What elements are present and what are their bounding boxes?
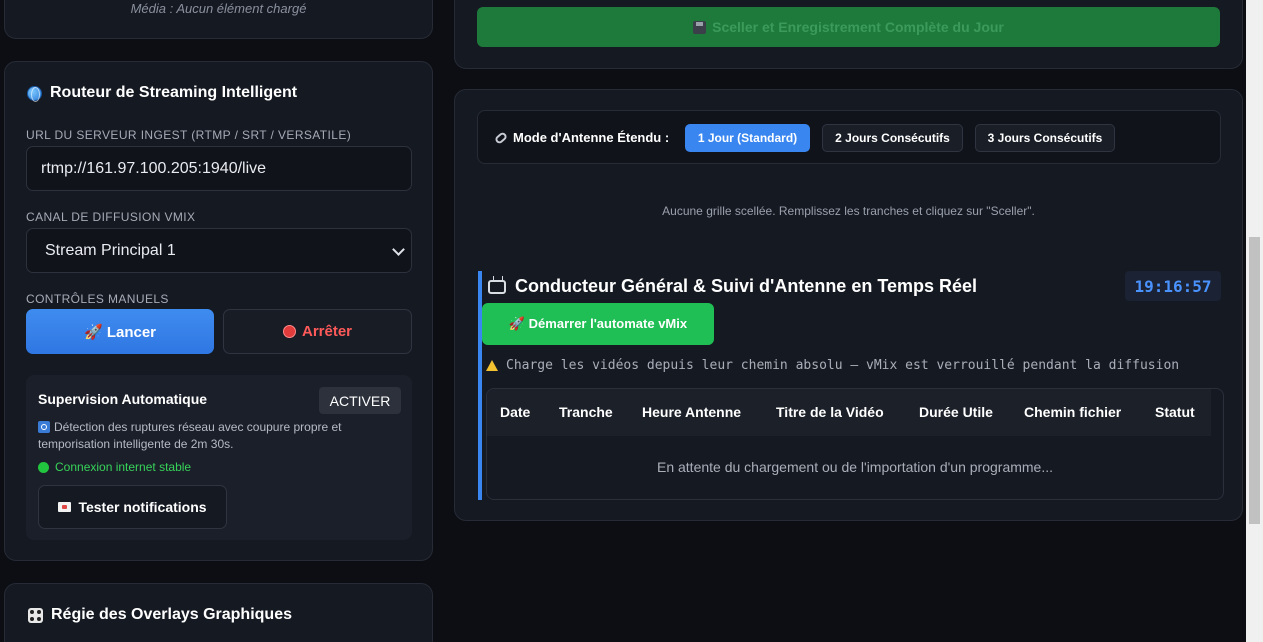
column-header-date[interactable]: Date [500, 404, 530, 420]
start-vmix-label: 🚀 Démarrer l'automate vMix [508, 316, 688, 331]
launch-button[interactable]: 🚀 Lancer [26, 309, 214, 354]
router-title: Routeur de Streaming Intelligent [27, 84, 297, 102]
table-header: Date Tranche Heure Antenne Titre de la V… [487, 389, 1211, 436]
conductor-panel: Mode d'Antenne Étendu : 1 Jour (Standard… [454, 89, 1243, 521]
streaming-router-panel: Routeur de Streaming Intelligent URL DU … [4, 61, 433, 561]
antenna-mode-bar: Mode d'Antenne Étendu : 1 Jour (Standard… [477, 110, 1221, 164]
dice-icon [28, 607, 43, 623]
mode-3-days-button[interactable]: 3 Jours Consécutifs [975, 124, 1115, 152]
supervision-description-text: Détection des ruptures réseau avec coupu… [38, 420, 342, 451]
antenna-mode-label: Mode d'Antenne Étendu : [493, 130, 670, 145]
vmix-warning-text: Charge les vidéos depuis leur chemin abs… [506, 358, 1180, 373]
conductor-title: Conducteur Général & Suivi d'Antenne en … [488, 275, 978, 297]
launch-label: 🚀 Lancer [83, 323, 157, 341]
supervision-description: Détection des ruptures réseau avec coupu… [38, 419, 398, 453]
envelope-icon [58, 502, 72, 512]
stop-button[interactable]: Arrêter [223, 309, 412, 354]
seal-day-button[interactable]: Sceller et Enregistrement Complète du Jo… [477, 7, 1220, 47]
column-header-air-time[interactable]: Heure Antenne [642, 404, 741, 420]
connection-status: Connexion internet stable [38, 460, 191, 474]
sync-icon [38, 421, 50, 433]
vmix-channel-label: CANAL DE DIFFUSION VMIX [26, 210, 196, 224]
activate-supervision-button[interactable]: ACTIVER [319, 387, 401, 414]
overlays-title-text: Régie des Overlays Graphiques [51, 606, 292, 623]
column-header-status[interactable]: Statut [1155, 404, 1195, 420]
warning-icon [486, 360, 498, 371]
live-clock: 19:16:57 [1125, 271, 1221, 301]
router-title-text: Routeur de Streaming Intelligent [50, 84, 298, 101]
supervision-title: Supervision Automatique [38, 391, 208, 407]
vmix-warning: Charge les vidéos depuis leur chemin abs… [486, 358, 1179, 373]
seal-day-label: Sceller et Enregistrement Complète du Jo… [712, 19, 1004, 35]
start-vmix-automation-button[interactable]: 🚀 Démarrer l'automate vMix [482, 303, 714, 345]
ingest-url-input[interactable] [26, 146, 412, 191]
floppy-icon [693, 20, 707, 34]
link-icon [493, 130, 509, 145]
column-header-file-path[interactable]: Chemin fichier [1024, 404, 1121, 420]
mode-1-day-button[interactable]: 1 Jour (Standard) [685, 124, 810, 152]
overlays-panel: Régie des Overlays Graphiques [4, 583, 433, 642]
media-status: Média : Aucun élément chargé [130, 1, 307, 16]
media-panel: Média : Aucun élément chargé [4, 0, 433, 39]
antenna-mode-label-text: Mode d'Antenne Étendu : [513, 130, 670, 145]
connection-status-text: Connexion internet stable [55, 460, 192, 474]
column-header-tranche[interactable]: Tranche [559, 404, 613, 420]
table-empty-message: En attente du chargement ou de l'importa… [656, 459, 1054, 475]
green-circle-icon [38, 461, 49, 473]
overlays-title: Régie des Overlays Graphiques [28, 606, 292, 624]
test-notifications-label: Tester notifications [78, 499, 207, 515]
chevron-down-icon [392, 243, 405, 256]
globe-icon [27, 85, 42, 102]
seal-panel: Sceller et Enregistrement Complète du Jo… [454, 0, 1243, 69]
column-header-video-title[interactable]: Titre de la Vidéo [776, 404, 884, 420]
page-scrollbar[interactable] [1246, 0, 1263, 642]
manual-controls-label: CONTRÔLES MANUELS [26, 292, 169, 306]
vmix-channel-value: Stream Principal 1 [45, 241, 176, 259]
red-circle-icon [282, 325, 296, 338]
supervision-card: Supervision Automatique ACTIVER Détectio… [26, 375, 412, 540]
grid-status-message: Aucune grille scellée. Remplissez les tr… [662, 204, 1035, 218]
stop-label: Arrêter [301, 323, 353, 340]
scrollbar-thumb[interactable] [1249, 237, 1260, 524]
conductor-section: Conducteur Général & Suivi d'Antenne en … [478, 271, 1224, 500]
ingest-url-label: URL DU SERVEUR INGEST (RTMP / SRT / VERS… [26, 128, 352, 142]
television-icon [488, 275, 506, 294]
vmix-channel-select[interactable]: Stream Principal 1 [26, 228, 412, 273]
test-notifications-button[interactable]: Tester notifications [38, 485, 227, 529]
column-header-duration[interactable]: Durée Utile [919, 404, 993, 420]
conductor-title-text: Conducteur Général & Suivi d'Antenne en … [515, 276, 978, 296]
rundown-table: Date Tranche Heure Antenne Titre de la V… [486, 388, 1224, 500]
mode-2-days-button[interactable]: 2 Jours Consécutifs [822, 124, 963, 152]
